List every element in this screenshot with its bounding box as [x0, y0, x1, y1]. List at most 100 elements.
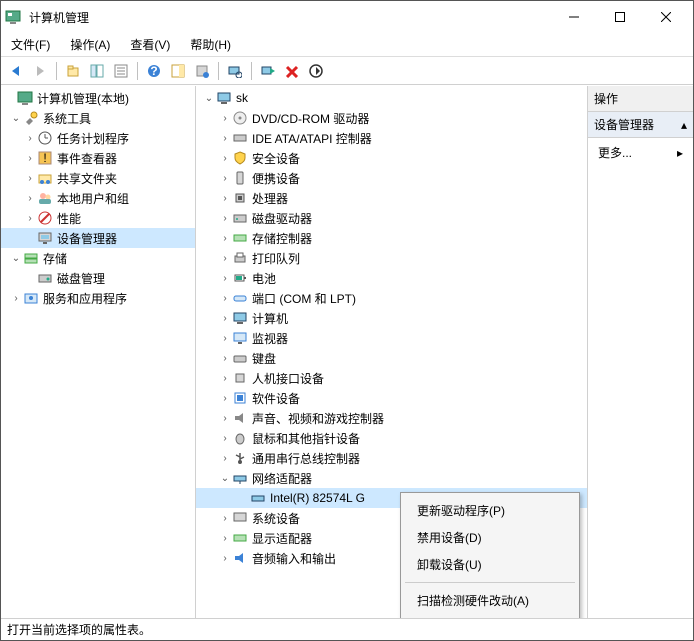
tree-services-apps[interactable]: › 服务和应用程序: [1, 288, 195, 308]
tree-system-tools[interactable]: ⌄ 系统工具: [1, 108, 195, 128]
dev-usb-serial[interactable]: ›通用串行总线控制器: [196, 448, 587, 468]
ctx-update-driver[interactable]: 更新驱动程序(P): [403, 497, 577, 524]
dev-mouse[interactable]: ›鼠标和其他指针设备: [196, 428, 587, 448]
statusbar-text: 打开当前选择项的属性表。: [7, 621, 151, 638]
tree-device-manager[interactable]: › 设备管理器: [1, 228, 195, 248]
help-button[interactable]: ?: [143, 60, 165, 82]
minimize-button[interactable]: [551, 2, 597, 32]
tree-event-viewer[interactable]: › ! 事件查看器: [1, 148, 195, 168]
tree-label: 软件设备: [252, 390, 300, 407]
tree-performance[interactable]: › 性能: [1, 208, 195, 228]
dev-root[interactable]: ⌄ sk: [196, 88, 587, 108]
battery-icon: [232, 270, 248, 286]
scan-hardware-button[interactable]: [224, 60, 246, 82]
dev-dvd[interactable]: ›DVD/CD-ROM 驱动器: [196, 108, 587, 128]
show-hide-tree-button[interactable]: [86, 60, 108, 82]
tree-storage[interactable]: ⌄ 存储: [1, 248, 195, 268]
cpu-icon: [232, 190, 248, 206]
enable-device-button[interactable]: [257, 60, 279, 82]
tree-label: 设备管理器: [57, 230, 117, 247]
usb-icon: [232, 450, 248, 466]
uninstall-device-button[interactable]: [281, 60, 303, 82]
dev-monitor[interactable]: ›监视器: [196, 328, 587, 348]
tree-label: 系统工具: [43, 110, 91, 127]
left-tree[interactable]: ▾ 计算机管理(本地) ⌄ 系统工具 › 任务计划程序 › ! 事件查看器 › …: [1, 86, 196, 618]
tree-label: 事件查看器: [57, 150, 117, 167]
tree-disk-mgmt[interactable]: › 磁盘管理: [1, 268, 195, 288]
filter-button[interactable]: [191, 60, 213, 82]
dev-network[interactable]: ⌄网络适配器: [196, 468, 587, 488]
action-pane-button[interactable]: [167, 60, 189, 82]
device-mgr-icon: [37, 230, 53, 246]
properties-button[interactable]: [110, 60, 132, 82]
tree-label: 声音、视频和游戏控制器: [252, 410, 384, 427]
keyboard-icon: [232, 350, 248, 366]
dev-battery[interactable]: ›电池: [196, 268, 587, 288]
tree-root-computer-mgmt[interactable]: ▾ 计算机管理(本地): [1, 88, 195, 108]
dev-print-queue[interactable]: ›打印队列: [196, 248, 587, 268]
hid-icon: [232, 370, 248, 386]
tree-label: 共享文件夹: [57, 170, 117, 187]
device-tree[interactable]: ⌄ sk ›DVD/CD-ROM 驱动器 ›IDE ATA/ATAPI 控制器 …: [196, 86, 588, 618]
dev-disk[interactable]: ›磁盘驱动器: [196, 208, 587, 228]
actions-sub[interactable]: 设备管理器 ▴: [588, 112, 693, 138]
up-button[interactable]: [62, 60, 84, 82]
port-icon: [232, 290, 248, 306]
tree-label: 磁盘驱动器: [252, 210, 312, 227]
titlebar: 计算机管理: [1, 1, 693, 33]
ctx-scan-hardware[interactable]: 扫描检测硬件改动(A): [403, 587, 577, 614]
menubar: 文件(F) 操作(A) 查看(V) 帮助(H): [1, 33, 693, 57]
dev-keyboard[interactable]: ›键盘: [196, 348, 587, 368]
menu-view[interactable]: 查看(V): [126, 34, 174, 55]
tree-label: 鼠标和其他指针设备: [252, 430, 360, 447]
maximize-button[interactable]: [597, 2, 643, 32]
tree-label: 键盘: [252, 350, 276, 367]
dev-computer[interactable]: ›计算机: [196, 308, 587, 328]
toolbar: ?: [1, 57, 693, 85]
tree-label: 电池: [252, 270, 276, 287]
users-icon: [37, 190, 53, 206]
tree-label: 通用串行总线控制器: [252, 450, 360, 467]
dev-ports[interactable]: ›端口 (COM 和 LPT): [196, 288, 587, 308]
forward-button[interactable]: [29, 60, 51, 82]
back-button[interactable]: [5, 60, 27, 82]
tree-label: 端口 (COM 和 LPT): [252, 290, 356, 307]
tree-label: 任务计划程序: [57, 130, 129, 147]
dev-audio-video-game[interactable]: ›声音、视频和游戏控制器: [196, 408, 587, 428]
menu-help[interactable]: 帮助(H): [186, 34, 235, 55]
dev-hid[interactable]: ›人机接口设备: [196, 368, 587, 388]
ctx-uninstall-device[interactable]: 卸载设备(U): [403, 551, 577, 578]
context-menu: 更新驱动程序(P) 禁用设备(D) 卸载设备(U) 扫描检测硬件改动(A) 属性: [400, 492, 580, 618]
update-driver-button[interactable]: [305, 60, 327, 82]
ctx-disable-device[interactable]: 禁用设备(D): [403, 524, 577, 551]
wrench-icon: [23, 110, 39, 126]
tree-shared-folders[interactable]: › 共享文件夹: [1, 168, 195, 188]
tree-label: 性能: [57, 210, 81, 227]
tree-label: Intel(R) 82574L G: [270, 491, 365, 505]
menu-file[interactable]: 文件(F): [7, 34, 54, 55]
dev-portable[interactable]: ›便携设备: [196, 168, 587, 188]
tree-label: 计算机管理(本地): [37, 90, 129, 107]
tree-label: 服务和应用程序: [43, 290, 127, 307]
dev-storage-ctrl[interactable]: ›存储控制器: [196, 228, 587, 248]
menu-action[interactable]: 操作(A): [66, 34, 114, 55]
dev-cpu[interactable]: ›处理器: [196, 188, 587, 208]
actions-sub-label: 设备管理器: [594, 116, 654, 133]
dev-ide[interactable]: ›IDE ATA/ATAPI 控制器: [196, 128, 587, 148]
pc-icon: [232, 310, 248, 326]
actions-more[interactable]: 更多... ▸: [588, 138, 693, 167]
computer-icon: [216, 90, 232, 106]
services-icon: [23, 290, 39, 306]
audio-io-icon: [232, 550, 248, 566]
tree-label: 便携设备: [252, 170, 300, 187]
dev-security[interactable]: ›安全设备: [196, 148, 587, 168]
disc-icon: [232, 110, 248, 126]
close-button[interactable]: [643, 2, 689, 32]
tree-label: 音频输入和输出: [252, 550, 336, 567]
tree-task-scheduler[interactable]: › 任务计划程序: [1, 128, 195, 148]
ide-icon: [232, 130, 248, 146]
tree-label: 系统设备: [252, 510, 300, 527]
dev-software[interactable]: ›软件设备: [196, 388, 587, 408]
tree-local-users[interactable]: › 本地用户和组: [1, 188, 195, 208]
actions-header: 操作: [588, 86, 693, 112]
